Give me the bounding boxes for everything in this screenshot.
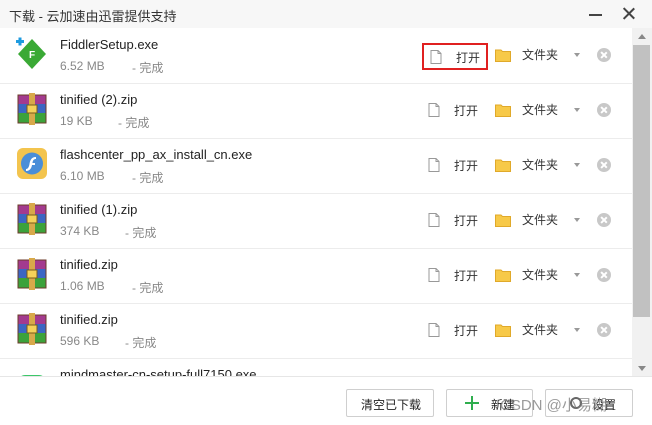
document-icon xyxy=(428,103,440,117)
file-size: 19 KB xyxy=(60,114,93,128)
close-button[interactable] xyxy=(619,4,639,24)
chevron-down-icon[interactable] xyxy=(574,163,580,167)
chevron-down-icon[interactable] xyxy=(574,108,580,112)
winrar-archive-icon xyxy=(17,258,47,290)
download-status: - 完成 xyxy=(132,61,164,75)
download-status: - 完成 xyxy=(125,336,157,350)
chevron-down-icon[interactable] xyxy=(574,273,580,277)
open-folder-link[interactable]: 文件夹 xyxy=(522,321,558,338)
document-icon xyxy=(430,50,442,64)
open-file-button[interactable]: 打开 xyxy=(422,208,488,235)
chevron-down-icon[interactable] xyxy=(574,328,580,332)
download-row: mindmaster-cn-setup-full7150.exe xyxy=(0,358,632,376)
folder-icon[interactable] xyxy=(495,158,511,172)
open-file-button[interactable]: 打开 xyxy=(422,43,488,70)
remove-item-icon[interactable] xyxy=(597,323,611,337)
winrar-archive-icon xyxy=(17,313,47,345)
scroll-down-arrow-icon[interactable] xyxy=(638,366,646,371)
chevron-down-icon[interactable] xyxy=(574,53,580,57)
open-label: 打开 xyxy=(454,214,479,228)
file-name[interactable]: tinified (1).zip xyxy=(60,202,137,217)
download-row: tinified (1).zip 374 KB - 完成 打开 文件夹 xyxy=(0,193,632,249)
folder-icon[interactable] xyxy=(495,213,511,227)
winrar-archive-icon xyxy=(17,93,47,125)
download-row: F FiddlerSetup.exe 6.52 MB - 完成 打开 文件夹 xyxy=(0,28,632,84)
open-label: 打开 xyxy=(454,269,479,283)
open-file-button[interactable]: 打开 xyxy=(422,263,488,290)
document-icon xyxy=(428,213,440,227)
flash-app-icon xyxy=(17,148,47,179)
remove-item-icon[interactable] xyxy=(597,158,611,172)
folder-icon[interactable] xyxy=(495,323,511,337)
download-row: tinified (2).zip 19 KB - 完成 打开 文件夹 xyxy=(0,83,632,139)
scroll-up-arrow-icon[interactable] xyxy=(638,34,646,39)
clear-downloads-button[interactable]: 清空已下载 xyxy=(346,389,434,417)
file-size: 6.52 MB xyxy=(60,59,105,73)
remove-item-icon[interactable] xyxy=(597,48,611,62)
file-name[interactable]: flashcenter_pp_ax_install_cn.exe xyxy=(60,147,252,162)
open-folder-link[interactable]: 文件夹 xyxy=(522,266,558,283)
open-label: 打开 xyxy=(454,159,479,173)
file-name[interactable]: tinified.zip xyxy=(60,257,118,272)
open-file-button[interactable]: 打开 xyxy=(422,318,488,345)
open-folder-link[interactable]: 文件夹 xyxy=(522,46,558,63)
open-folder-link[interactable]: 文件夹 xyxy=(522,156,558,173)
open-file-button[interactable]: 打开 xyxy=(422,98,488,125)
folder-icon[interactable] xyxy=(495,48,511,62)
file-size: 6.10 MB xyxy=(60,169,105,183)
document-icon xyxy=(428,268,440,282)
file-name[interactable]: tinified (2).zip xyxy=(60,92,137,107)
download-status: - 完成 xyxy=(132,171,164,185)
mindmaster-app-icon xyxy=(21,375,43,376)
open-folder-link[interactable]: 文件夹 xyxy=(522,101,558,118)
file-name[interactable]: mindmaster-cn-setup-full7150.exe xyxy=(60,367,257,376)
winrar-archive-icon xyxy=(17,203,47,235)
download-row: flashcenter_pp_ax_install_cn.exe 6.10 MB… xyxy=(0,138,632,194)
vertical-scrollbar[interactable] xyxy=(632,28,652,376)
minimize-button[interactable] xyxy=(586,4,606,24)
fiddler-app-icon: F xyxy=(16,37,46,69)
download-list: F FiddlerSetup.exe 6.52 MB - 完成 打开 文件夹 t… xyxy=(0,28,632,376)
chevron-down-icon[interactable] xyxy=(574,218,580,222)
file-size: 596 KB xyxy=(60,334,100,348)
clear-downloads-label: 清空已下载 xyxy=(361,398,422,412)
window-title: 下载 - 云加速由迅雷提供支持 xyxy=(9,9,177,24)
download-row: tinified.zip 596 KB - 完成 打开 文件夹 xyxy=(0,303,632,359)
folder-icon[interactable] xyxy=(495,268,511,282)
title-bar: 下载 - 云加速由迅雷提供支持 xyxy=(0,0,652,28)
download-status: - 完成 xyxy=(125,226,157,240)
file-name[interactable]: FiddlerSetup.exe xyxy=(60,37,158,52)
document-icon xyxy=(428,323,440,337)
download-status: - 完成 xyxy=(132,281,164,295)
document-icon xyxy=(428,158,440,172)
folder-icon[interactable] xyxy=(495,103,511,117)
scrollbar-thumb[interactable] xyxy=(633,45,650,317)
remove-item-icon[interactable] xyxy=(597,268,611,282)
open-label: 打开 xyxy=(456,51,481,65)
remove-item-icon[interactable] xyxy=(597,103,611,117)
file-size: 1.06 MB xyxy=(60,279,105,293)
download-status: - 完成 xyxy=(118,116,150,130)
open-folder-link[interactable]: 文件夹 xyxy=(522,211,558,228)
open-label: 打开 xyxy=(454,104,479,118)
open-label: 打开 xyxy=(454,324,479,338)
open-file-button[interactable]: 打开 xyxy=(422,153,488,180)
download-row: tinified.zip 1.06 MB - 完成 打开 文件夹 xyxy=(0,248,632,304)
file-name[interactable]: tinified.zip xyxy=(60,312,118,327)
remove-item-icon[interactable] xyxy=(597,213,611,227)
csdn-watermark: CSDN @小易糊 xyxy=(500,397,607,414)
file-size: 374 KB xyxy=(60,224,100,238)
svg-text:F: F xyxy=(29,50,35,61)
plus-icon xyxy=(465,396,479,410)
